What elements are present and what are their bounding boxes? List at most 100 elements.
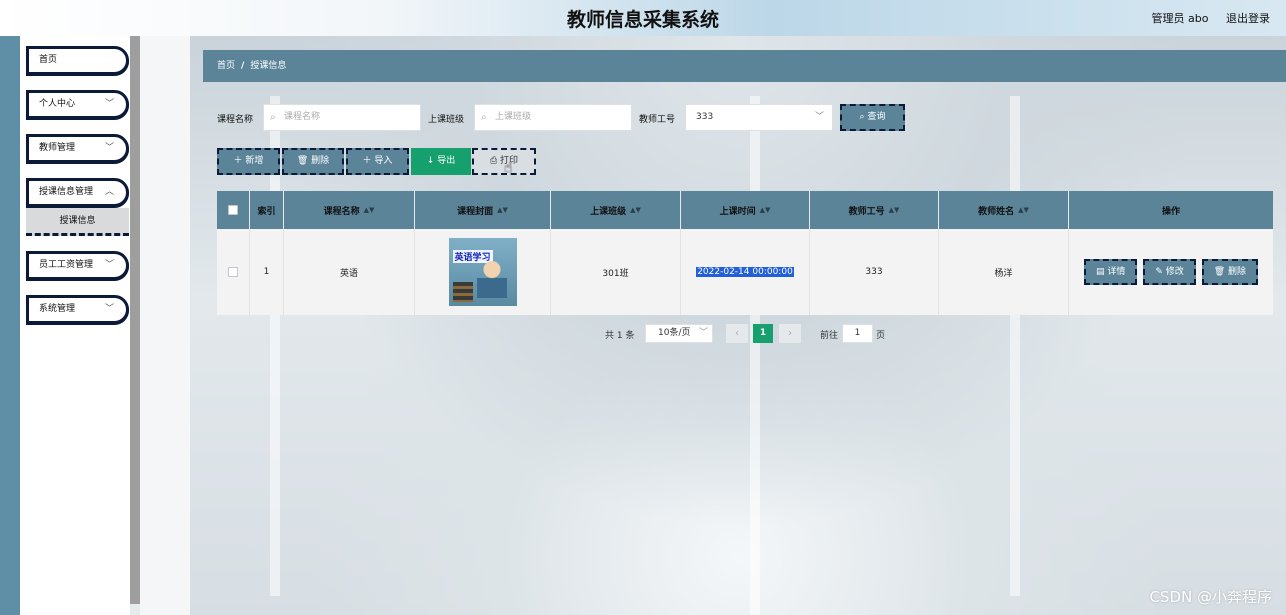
top-header: 教师信息采集系统 管理员 abo 退出登录: [0, 0, 1286, 36]
header-course-name[interactable]: 课程名称 ▲▼: [284, 191, 415, 229]
select-all-cell: [217, 191, 250, 229]
add-button-label: 新增: [245, 156, 264, 166]
goto-page-input[interactable]: 1: [842, 324, 873, 343]
class-input[interactable]: ⌕ 上课班级: [474, 104, 632, 131]
header-course-cover[interactable]: 课程封面 ▲▼: [415, 191, 551, 229]
row-delete-button-label: 删除: [1228, 267, 1247, 277]
class-label: 上课班级: [428, 115, 465, 125]
export-button-label: 导出: [437, 156, 456, 166]
search-icon: ⌕: [481, 112, 487, 123]
class-placeholder: 上课班级: [495, 112, 532, 122]
sidebar-item-salary-management[interactable]: 员工工资管理 ﹀: [26, 251, 129, 280]
teacher-id-label: 教师工号: [639, 115, 676, 125]
row-course-name: 英语: [284, 229, 415, 315]
query-button[interactable]: ⌕ 查询: [840, 104, 905, 131]
header-course-name-label: 课程名称: [323, 206, 360, 217]
row-teacher-name: 杨洋: [939, 229, 1069, 315]
sidebar-item-system-management[interactable]: 系统管理 ﹀: [26, 295, 129, 324]
header-actions-label: 操作: [1161, 206, 1180, 217]
row-teacher-name-value: 杨洋: [994, 268, 1013, 279]
sort-icon[interactable]: ▲▼: [1018, 206, 1029, 214]
header-class-label: 上课班级: [590, 206, 627, 217]
chevron-down-icon: ﹀: [104, 260, 114, 270]
trash-icon: 🗑: [296, 156, 312, 166]
sidebar-item-label: 个人中心: [39, 99, 76, 109]
chevron-down-icon: ﹀: [104, 304, 114, 314]
sort-icon[interactable]: ▲▼: [364, 206, 375, 214]
header-class[interactable]: 上课班级 ▲▼: [551, 191, 681, 229]
sidebar-item-personal-center[interactable]: 个人中心 ﹀: [26, 90, 129, 119]
next-page-button[interactable]: ›: [779, 324, 801, 343]
course-name-label: 课程名称: [217, 115, 254, 125]
row-index: 1: [250, 229, 284, 315]
header-actions: 操作: [1069, 191, 1273, 229]
watermark: CSDN @小奔程序: [1149, 588, 1272, 606]
sidebar-item-label: 教师管理: [39, 143, 76, 153]
sidebar-scrollbar[interactable]: [130, 36, 140, 604]
row-teacher-id-value: 333: [865, 267, 883, 277]
chevron-down-icon: ﹀: [698, 328, 708, 338]
current-page-button[interactable]: 1: [753, 324, 773, 343]
sidebar-item-home[interactable]: 首页: [26, 46, 129, 75]
sidebar-item-course-info-management[interactable]: 授课信息管理 ︿: [26, 178, 129, 207]
header-teacher-id[interactable]: 教师工号 ▲▼: [810, 191, 939, 229]
hand-cursor-icon: ☝: [504, 160, 513, 176]
detail-button-label: 详情: [1107, 267, 1126, 277]
delete-button-label: 删除: [311, 156, 330, 166]
prev-page-button[interactable]: ‹: [726, 324, 748, 343]
row-time-value: 2022-02-14 00:00:00: [696, 267, 794, 277]
sidebar-item-teacher-management[interactable]: 教师管理 ﹀: [26, 134, 129, 163]
page-size-select[interactable]: 10条/页 ﹀: [645, 324, 713, 343]
sidebar-subitem-course-info[interactable]: 授课信息: [26, 208, 129, 236]
course-name-placeholder: 课程名称: [284, 112, 321, 122]
header-teacher-id-label: 教师工号: [848, 206, 885, 217]
teacher-id-value: 333: [696, 112, 714, 122]
header-teacher-name[interactable]: 教师姓名 ▲▼: [939, 191, 1069, 229]
row-course-cover: 英语学习: [415, 229, 551, 315]
row-index-value: 1: [263, 267, 270, 277]
edit-button-label: 修改: [1165, 267, 1184, 277]
teacher-id-select[interactable]: 333 ﹀: [685, 104, 833, 131]
page-size-value: 10条/页: [658, 328, 691, 338]
import-button[interactable]: ＋ 导入: [346, 148, 409, 175]
course-name-input[interactable]: ⌕ 课程名称: [263, 104, 421, 131]
books-illustration: [452, 282, 473, 302]
sort-icon[interactable]: ▲▼: [889, 206, 900, 214]
chevron-down-icon: ﹀: [104, 143, 114, 153]
export-button[interactable]: ↓ 导出: [411, 148, 471, 175]
edit-button[interactable]: ✎ 修改: [1143, 259, 1196, 285]
select-all-checkbox[interactable]: [228, 205, 238, 215]
document-icon: ▤: [1095, 267, 1108, 277]
row-course-name-value: 英语: [339, 268, 358, 279]
breadcrumb-separator: /: [241, 61, 245, 71]
add-button[interactable]: ＋ 新增: [217, 148, 280, 175]
row-time: 2022-02-14 00:00:00: [681, 229, 810, 315]
goto-label: 前往: [820, 331, 839, 341]
delete-button[interactable]: 🗑 删除: [282, 148, 344, 175]
sidebar-gap: [140, 36, 190, 615]
goto-page-value: 1: [854, 328, 861, 338]
row-checkbox[interactable]: [228, 267, 238, 277]
row-teacher-id: 333: [810, 229, 939, 315]
app-title: 教师信息采集系统: [566, 9, 719, 31]
printer-icon: ⎙: [489, 156, 501, 166]
sidebar: 首页 个人中心 ﹀ 教师管理 ﹀ 授课信息管理 ︿ 授课信息 员工工资管理 ﹀ …: [20, 36, 130, 615]
row-delete-button[interactable]: 🗑 删除: [1201, 259, 1259, 285]
row-class: 301班: [551, 229, 681, 315]
sort-icon[interactable]: ▲▼: [497, 206, 508, 214]
sort-icon[interactable]: ▲▼: [630, 206, 641, 214]
row-actions: ▤ 详情 ✎ 修改 🗑 删除: [1069, 229, 1273, 315]
header-time-label: 上课时间: [719, 206, 756, 217]
plus-icon: ＋: [362, 156, 375, 166]
pencil-icon: ✎: [1155, 267, 1166, 277]
breadcrumb-home[interactable]: 首页: [217, 61, 235, 71]
sort-icon[interactable]: ▲▼: [760, 206, 771, 214]
detail-button[interactable]: ▤ 详情: [1083, 259, 1138, 285]
sidebar-item-label: 员工工资管理: [39, 260, 94, 270]
logout-link[interactable]: 退出登录: [1226, 12, 1270, 25]
row-select-cell: [217, 229, 250, 315]
course-cover-image[interactable]: 英语学习: [448, 238, 517, 306]
user-info: 管理员 abo 退出登录: [1138, 10, 1270, 26]
import-button-label: 导入: [374, 156, 393, 166]
header-time[interactable]: 上课时间 ▲▼: [681, 191, 810, 229]
